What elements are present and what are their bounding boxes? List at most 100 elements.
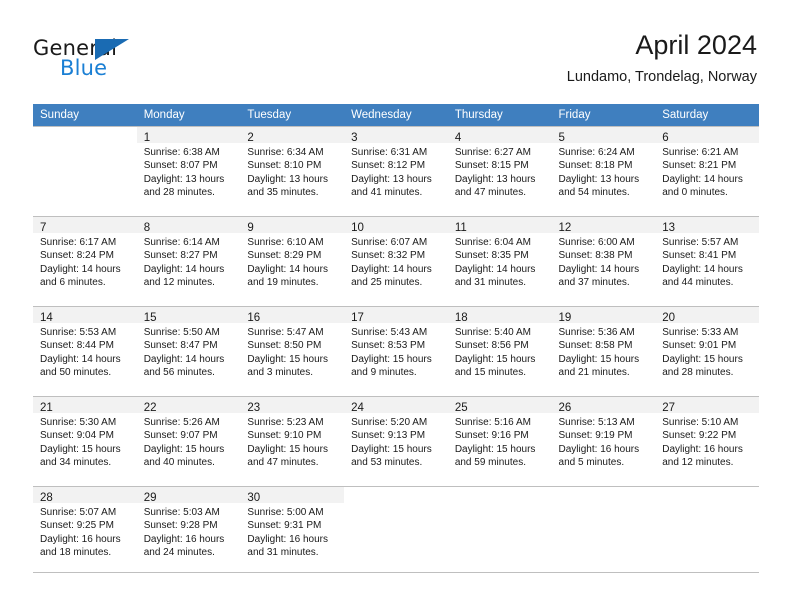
- day-sun-info: Sunrise: 5:26 AM Sunset: 9:07 PM Daylight:…: [137, 413, 241, 469]
- day-info-sunrise: Sunrise: 5:30 AM: [40, 417, 117, 428]
- page-header: General Blue April 2024 Lundamo, Trondel…: [33, 28, 757, 94]
- day-info-sunset: Sunset: 8:18 PM: [558, 160, 633, 172]
- day-info-daylight2: and 24 minutes.: [143, 546, 215, 558]
- day-sun-info: Sunrise: 6:14 AM Sunset: 8:27 PM Daylight:…: [137, 233, 241, 289]
- day-info-daylight2: and 40 minutes.: [143, 456, 215, 468]
- day-info-daylight2: and 41 minutes.: [351, 186, 423, 198]
- calendar-day-cell[interactable]: 17 Sunrise: 5:43 AM Sunset: 8:53 PM Dayligh…: [344, 306, 448, 396]
- calendar-day-cell[interactable]: 19 Sunrise: 5:36 AM Sunset: 8:58 PM Dayligh…: [551, 306, 656, 396]
- day-sun-info: Sunrise: 5:07 AM Sunset: 9:25 PM Daylight:…: [33, 503, 137, 559]
- day-info-daylight2: and 31 minutes.: [454, 276, 526, 288]
- day-info-sunset: Sunset: 8:56 PM: [454, 340, 529, 352]
- day-number: 18: [454, 312, 468, 324]
- weekday-header-tuesday: Tuesday: [240, 104, 345, 126]
- calendar-day-cell[interactable]: 3 Sunrise: 6:31 AM Sunset: 8:12 PM Daylight…: [344, 126, 448, 216]
- day-info-daylight1: Daylight: 15 hours: [558, 353, 640, 365]
- day-info-daylight2: and 12 minutes.: [662, 456, 734, 468]
- day-sun-info: Sunrise: 5:10 AM Sunset: 9:22 PM Daylight:…: [655, 413, 759, 469]
- day-info-sunrise: Sunrise: 5:07 AM: [40, 507, 117, 518]
- day-number-bar: 21: [33, 397, 137, 414]
- day-sun-info: Sunrise: 5:30 AM Sunset: 9:04 PM Daylight:…: [33, 413, 137, 469]
- calendar-empty-cell: [447, 486, 552, 576]
- calendar-day-cell[interactable]: 18 Sunrise: 5:40 AM Sunset: 8:56 PM Dayligh…: [447, 306, 552, 396]
- calendar-day-cell[interactable]: 7 Sunrise: 6:17 AM Sunset: 8:24 PM Daylight…: [33, 216, 137, 306]
- calendar-day-cell[interactable]: 2 Sunrise: 6:34 AM Sunset: 8:10 PM Daylight…: [240, 126, 345, 216]
- day-info-daylight1: Daylight: 15 hours: [351, 443, 432, 455]
- day-number-bar: 23: [240, 397, 345, 414]
- day-number: 22: [143, 402, 157, 414]
- day-info-sunrise: Sunrise: 5:00 AM: [247, 507, 324, 518]
- day-number-bar: [344, 487, 448, 503]
- day-info-sunrise: Sunrise: 6:21 AM: [662, 147, 739, 158]
- day-number: 16: [247, 312, 261, 324]
- day-number-bar: 26: [551, 397, 656, 414]
- calendar-day-cell[interactable]: 4 Sunrise: 6:27 AM Sunset: 8:15 PM Daylight…: [447, 126, 552, 216]
- weekday-header-monday: Monday: [136, 104, 241, 126]
- day-info-sunrise: Sunrise: 6:31 AM: [351, 147, 428, 158]
- weekday-header-wednesday: Wednesday: [344, 104, 448, 126]
- calendar-day-cell[interactable]: 29 Sunrise: 5:03 AM Sunset: 9:28 PM Dayligh…: [136, 486, 241, 576]
- day-info-sunset: Sunset: 8:38 PM: [558, 250, 633, 262]
- day-sun-info: Sunrise: 6:24 AM Sunset: 8:18 PM Daylight:…: [552, 143, 656, 199]
- calendar-day-cell[interactable]: 21 Sunrise: 5:30 AM Sunset: 9:04 PM Dayligh…: [33, 396, 137, 486]
- day-sun-info: Sunrise: 5:53 AM Sunset: 8:44 PM Daylight:…: [33, 323, 137, 379]
- day-info-daylight2: and 56 minutes.: [143, 366, 215, 378]
- day-info-daylight2: and 37 minutes.: [558, 276, 630, 288]
- calendar-day-cell[interactable]: 9 Sunrise: 6:10 AM Sunset: 8:29 PM Daylight…: [240, 216, 345, 306]
- calendar-day-cell[interactable]: 12 Sunrise: 6:00 AM Sunset: 8:38 PM Dayligh…: [551, 216, 656, 306]
- day-sun-info: Sunrise: 5:00 AM Sunset: 9:31 PM Daylight:…: [240, 503, 344, 559]
- day-number-bar: 2: [240, 127, 345, 144]
- calendar-day-cell[interactable]: 13 Sunrise: 5:57 AM Sunset: 8:41 PM Dayligh…: [655, 216, 759, 306]
- title-block: April 2024 Lundamo, Trondelag, Norway: [567, 28, 757, 88]
- day-info-daylight1: Daylight: 14 hours: [143, 263, 225, 275]
- calendar-day-cell[interactable]: 30 Sunrise: 5:00 AM Sunset: 9:31 PM Dayligh…: [240, 486, 345, 576]
- day-info-sunrise: Sunrise: 5:20 AM: [351, 417, 428, 428]
- weekday-header-saturday: Saturday: [655, 104, 759, 126]
- day-info-sunrise: Sunrise: 6:00 AM: [558, 237, 635, 248]
- day-number-bar: 19: [551, 307, 656, 324]
- calendar-day-cell[interactable]: 28 Sunrise: 5:07 AM Sunset: 9:25 PM Dayligh…: [33, 486, 137, 576]
- calendar-empty-cell: [655, 486, 759, 576]
- calendar-week-row: 21 Sunrise: 5:30 AM Sunset: 9:04 PM Dayligh…: [33, 396, 759, 486]
- calendar-day-cell[interactable]: 8 Sunrise: 6:14 AM Sunset: 8:27 PM Daylight…: [136, 216, 241, 306]
- day-info-daylight2: and 15 minutes.: [454, 366, 526, 378]
- day-number-bar: [655, 487, 759, 503]
- calendar-day-cell[interactable]: 1 Sunrise: 6:38 AM Sunset: 8:07 PM Daylight…: [136, 126, 241, 216]
- calendar-empty-cell: [344, 486, 448, 576]
- day-info-daylight2: and 19 minutes.: [247, 276, 319, 288]
- day-number-bar: 15: [136, 307, 241, 324]
- calendar-day-cell[interactable]: 6 Sunrise: 6:21 AM Sunset: 8:21 PM Daylight…: [655, 126, 759, 216]
- day-info-daylight2: and 28 minutes.: [143, 186, 215, 198]
- day-sun-info: Sunrise: 5:13 AM Sunset: 9:19 PM Daylight:…: [552, 413, 656, 469]
- calendar-day-cell[interactable]: 22 Sunrise: 5:26 AM Sunset: 9:07 PM Dayligh…: [136, 396, 241, 486]
- day-sun-info: Sunrise: 5:40 AM Sunset: 8:56 PM Daylight:…: [448, 323, 552, 379]
- day-number: 9: [247, 222, 254, 234]
- day-sun-info: Sunrise: 6:31 AM Sunset: 8:12 PM Daylight:…: [344, 143, 448, 199]
- calendar-day-cell[interactable]: 27 Sunrise: 5:10 AM Sunset: 9:22 PM Dayligh…: [655, 396, 759, 486]
- day-number-bar: 9: [240, 217, 345, 234]
- calendar-body: 1 Sunrise: 6:38 AM Sunset: 8:07 PM Daylight…: [33, 126, 759, 576]
- day-info-daylight1: Daylight: 15 hours: [454, 443, 536, 455]
- day-info-daylight2: and 50 minutes.: [40, 366, 112, 378]
- day-info-daylight1: Daylight: 13 hours: [143, 173, 225, 185]
- calendar-day-cell[interactable]: 11 Sunrise: 6:04 AM Sunset: 8:35 PM Dayligh…: [447, 216, 552, 306]
- calendar-week-row: 28 Sunrise: 5:07 AM Sunset: 9:25 PM Dayligh…: [33, 486, 759, 576]
- calendar-day-cell[interactable]: 16 Sunrise: 5:47 AM Sunset: 8:50 PM Dayligh…: [240, 306, 345, 396]
- day-info-daylight2: and 18 minutes.: [40, 546, 112, 558]
- calendar-day-cell[interactable]: 25 Sunrise: 5:16 AM Sunset: 9:16 PM Dayligh…: [447, 396, 552, 486]
- calendar-day-cell[interactable]: 14 Sunrise: 5:53 AM Sunset: 8:44 PM Dayligh…: [33, 306, 137, 396]
- calendar-empty-cell: [551, 486, 656, 576]
- day-info-daylight2: and 59 minutes.: [454, 456, 526, 468]
- calendar-day-cell[interactable]: 26 Sunrise: 5:13 AM Sunset: 9:19 PM Dayligh…: [551, 396, 656, 486]
- calendar-day-cell[interactable]: 23 Sunrise: 5:23 AM Sunset: 9:10 PM Dayligh…: [240, 396, 345, 486]
- calendar-day-cell[interactable]: 15 Sunrise: 5:50 AM Sunset: 8:47 PM Dayligh…: [136, 306, 241, 396]
- calendar-day-cell[interactable]: 10 Sunrise: 6:07 AM Sunset: 8:32 PM Dayligh…: [344, 216, 448, 306]
- day-number-bar: 24: [344, 397, 448, 414]
- day-number-bar: 16: [240, 307, 345, 324]
- day-number: 3: [351, 132, 358, 144]
- day-number: 7: [40, 222, 47, 234]
- calendar-day-cell[interactable]: 20 Sunrise: 5:33 AM Sunset: 9:01 PM Dayligh…: [655, 306, 759, 396]
- calendar-day-cell[interactable]: 5 Sunrise: 6:24 AM Sunset: 8:18 PM Daylight…: [551, 126, 656, 216]
- calendar-day-cell[interactable]: 24 Sunrise: 5:20 AM Sunset: 9:13 PM Dayligh…: [344, 396, 448, 486]
- calendar-page: General Blue April 2024 Lundamo, Trondel…: [0, 0, 792, 612]
